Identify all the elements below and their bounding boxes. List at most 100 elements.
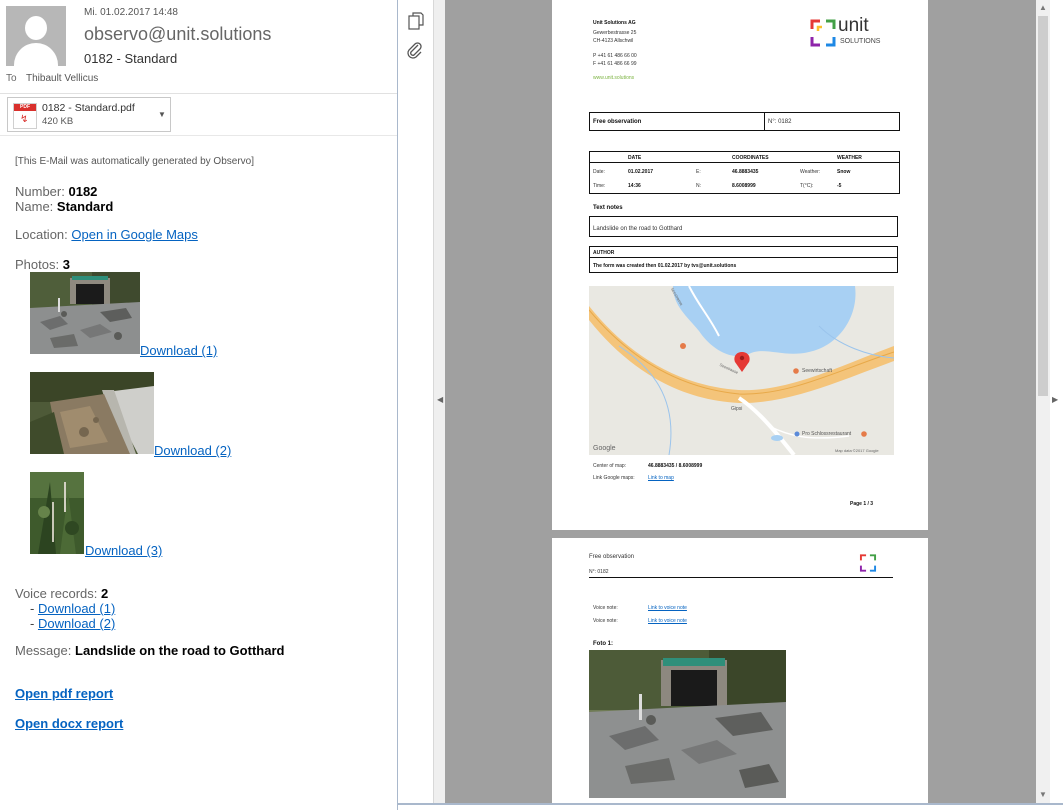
scrollbar-thumb[interactable] [1038,16,1048,396]
chevron-down-icon[interactable]: ▼ [158,110,166,119]
location-map[interactable]: Seestrasse Seestrasse Seewirtschaft Gips… [589,286,894,455]
name-value: Standard [56,199,114,214]
location-line: Location: Open in Google Maps [15,227,198,242]
voice-records-line: Voice records: 2 [15,586,109,601]
logo-sub: SOLUTIONS [840,38,881,45]
voice-note-link-2[interactable]: Link to voice note [648,618,687,624]
map-label-3: Seewirtschaft [802,368,833,374]
voice-download-2[interactable]: Download (2) [38,616,115,631]
page2-header-line [589,577,893,578]
pdf-canvas[interactable]: Unit Solutions AG Gewerbestrasse 25 CH-4… [445,0,1036,803]
scroll-down-icon[interactable]: ▼ [1039,790,1047,799]
number-value: 0182 [68,184,98,199]
recipient-name[interactable]: Thibault Vellicus [26,73,98,84]
company-fax: F +41 61 486 66 99 [593,61,637,67]
pdf-page-2: Free observation N°: 0182 Voice note: Li… [552,538,928,803]
sender-avatar [6,6,66,66]
date-value: 01.02.2017 [628,169,654,175]
map-attribution: Map data ©2017 Google [835,448,879,453]
col-coordinates: COORDINATES [732,155,769,161]
photo-download-1[interactable]: Download (1) [140,343,217,358]
voice-download-1[interactable]: Download (1) [38,601,115,616]
photo-thumbnail-2[interactable] [30,372,154,454]
attachment-divider [0,135,397,136]
copy-pages-icon[interactable] [408,12,424,30]
photos-line: Photos: 3 [15,257,70,272]
auto-generated-note: [This E-Mail was automatically generated… [15,156,254,167]
collapse-right-button[interactable]: ▶ [1050,0,1062,803]
message-line: Message: Landslide on the road to Gottha… [15,643,285,658]
photos-count: 3 [62,257,70,272]
form-title: Free observation [593,119,642,125]
mail-date: Mi. 01.02.2017 14:48 [84,7,178,18]
photo-thumbnail-1[interactable] [30,272,140,354]
text-notes-label: Text notes [593,205,623,211]
attachment-clip-icon[interactable] [406,41,424,59]
author-label: AUTHOR [593,250,615,256]
time-label: Time: [593,183,606,189]
name-line: Name: Standard [15,199,114,214]
to-label: To [6,73,17,84]
unit-solutions-logo-small [859,554,877,572]
pdf-page-1: Unit Solutions AG Gewerbestrasse 25 CH-4… [552,0,928,530]
google-logo: Google [593,445,616,452]
weather-value: Snow [837,169,851,175]
page2-title: Free observation [589,554,635,560]
voice-note-link-1[interactable]: Link to voice note [648,605,687,611]
unit-solutions-logo: unit SOLUTIONS [810,15,900,48]
temp-value: -5 [837,183,842,189]
voice-count: 2 [101,586,109,601]
attachment-size: 420 KB [42,116,74,127]
company-name: Unit Solutions AG [593,20,636,26]
text-notes-value: Landslide on the road to Gotthard [593,226,683,232]
message-value: Landslide on the road to Gotthard [75,643,285,658]
company-street: Gewerbestrasse 25 [593,30,637,36]
temp-label: T(°C): [800,183,814,189]
e-label: E: [696,169,701,175]
chevron-left-icon: ◀ [437,395,444,404]
company-city: CH-4123 Allschwil [593,38,634,44]
photo-download-2[interactable]: Download (2) [154,443,231,458]
header-divider [0,93,397,94]
attachment-name: 0182 - Standard.pdf [42,102,135,114]
google-maps-link[interactable]: Open in Google Maps [71,227,197,242]
center-of-map-label: Center of map: [593,463,627,469]
col-weather: WEATHER [837,155,862,161]
voice-item-2: - Download (2) [30,616,116,631]
page2-number: N°: 0182 [589,569,609,575]
collapse-left-button[interactable]: ◀ [433,0,445,803]
photo-download-3[interactable]: Download (3) [85,543,162,558]
mail-subject: 0182 - Standard [84,51,178,66]
company-phone: P +41 61 486 66 00 [593,53,637,59]
details-header-line [589,162,900,163]
voice-note-label-1: Voice note: [593,605,618,611]
viewer-toolbar [398,0,433,803]
open-docx-report-link[interactable]: Open docx report [15,716,123,731]
photo-thumbnail-3[interactable] [30,472,84,554]
n-value: 8.6008999 [732,183,756,189]
map-label-4: Gipsi [731,406,743,412]
form-number: N°: 0182 [768,119,792,125]
voice-item-1: - Download (1) [30,601,116,616]
date-label: Date: [593,169,605,175]
author-divider [589,257,898,258]
author-value: The form was created then 01.02.2017 by … [593,263,737,269]
viewer-bottom-border [397,803,1063,805]
page-number: Page 1 / 3 [850,501,874,507]
logo-word: unit [838,15,869,36]
chevron-right-icon: ▶ [1052,395,1059,404]
scroll-up-icon[interactable]: ▲ [1039,3,1047,12]
mail-sender[interactable]: observo@unit.solutions [84,24,271,45]
e-value: 46.8883435 [732,169,759,175]
n-label: N: [696,183,701,189]
vertical-scrollbar[interactable]: ▲ ▼ [1036,0,1050,803]
voice-note-label-2: Voice note: [593,618,618,624]
number-line: Number: 0182 [15,184,98,199]
company-web: www.unit.solutions [593,75,635,81]
map-label-5: Pro Schlossrestaurant [802,431,852,437]
link-to-map[interactable]: Link to map [648,475,674,481]
open-pdf-report-link[interactable]: Open pdf report [15,686,113,701]
weather-label: Weather: [800,169,821,175]
report-photo-1 [589,650,786,798]
attachment-chip[interactable]: PDF ↯ 0182 - Standard.pdf 420 KB ▼ [7,97,171,132]
